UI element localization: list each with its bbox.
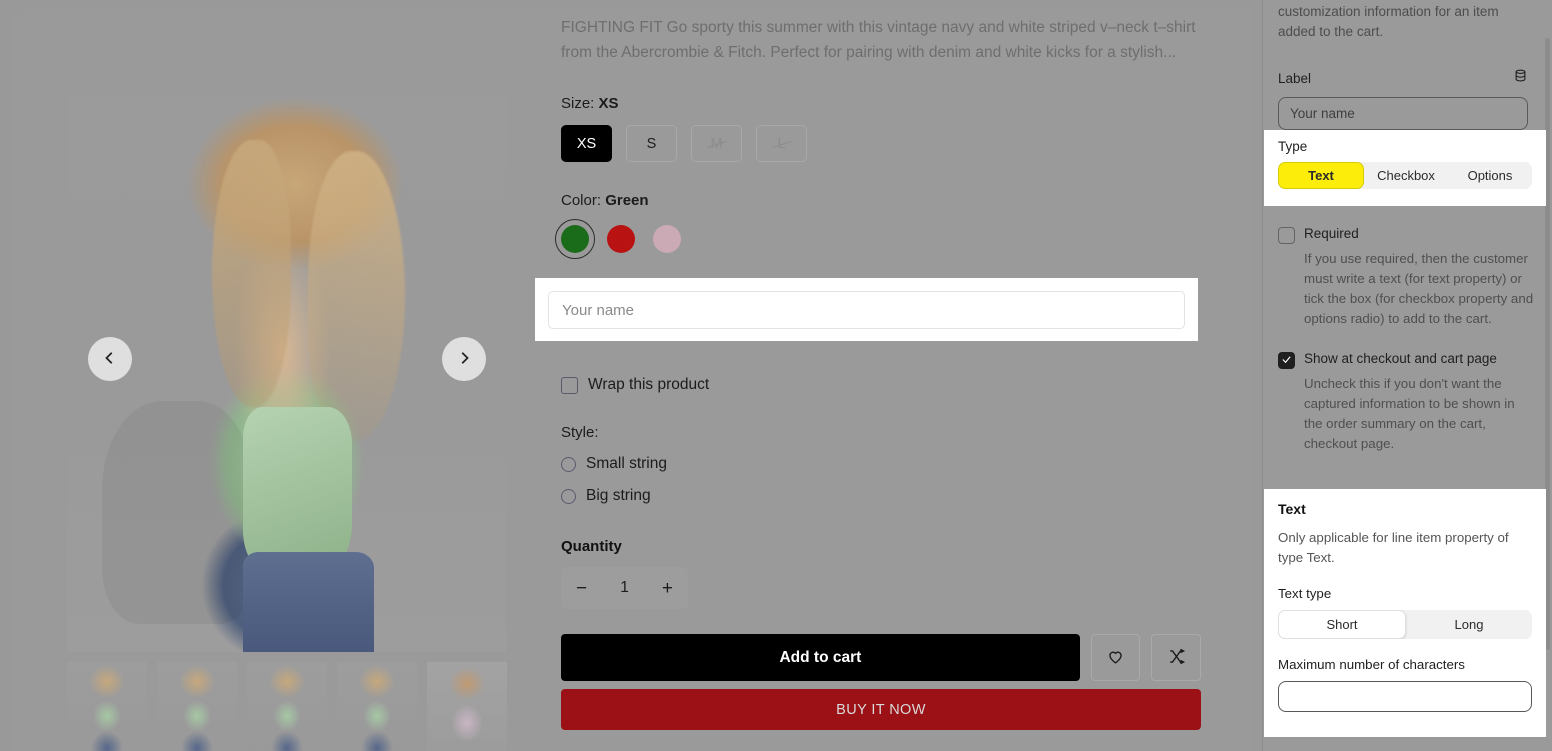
label-field-title: Label (1278, 70, 1312, 86)
size-option-xs[interactable]: XS (561, 125, 612, 162)
heart-icon (1106, 647, 1125, 669)
show-at-checkout-setting-block: Show at checkout and cart page Uncheck t… (1262, 351, 1544, 454)
size-option-m[interactable]: M (691, 125, 742, 162)
size-selected-value: XS (598, 95, 619, 112)
gallery-thumbnail[interactable] (157, 662, 237, 751)
image-detail-jeans (242, 551, 375, 652)
product-gallery[interactable] (67, 95, 506, 652)
image-detail-hair-left (211, 139, 291, 407)
quantity-decrement-button[interactable]: − (576, 579, 587, 598)
color-label-text: Color: (561, 192, 602, 209)
wrap-product-checkbox-row[interactable]: Wrap this product (561, 376, 1201, 394)
required-setting-block: Required If you use required, then the c… (1262, 226, 1544, 329)
product-description: FIGHTING FIT Go sporty this summer with … (561, 19, 1196, 61)
line-item-property-input[interactable]: Your name (548, 291, 1185, 329)
text-settings-description: Only applicable for line item property o… (1278, 530, 1509, 565)
show-at-checkout-description: Uncheck this if you don't want the captu… (1304, 376, 1515, 451)
size-label-text: Size: (561, 95, 595, 112)
required-label: Required (1304, 226, 1359, 241)
panel-intro-text: customization information for an item ad… (1278, 4, 1499, 39)
red-swatch[interactable] (607, 225, 635, 253)
type-setting-title: Type (1278, 139, 1308, 154)
text-type-label: Text type (1278, 586, 1332, 601)
text-settings-title: Text (1278, 501, 1306, 517)
color-option-label: Color: Green (561, 192, 1201, 209)
gallery-thumbnail[interactable] (427, 662, 507, 751)
style-option-label: Big string (586, 487, 651, 504)
gallery-thumbnail[interactable] (67, 662, 147, 751)
green-swatch[interactable] (555, 219, 595, 259)
product-main-image (67, 95, 506, 652)
gallery-thumbnail[interactable] (247, 662, 327, 751)
thumbnail-image (247, 662, 327, 751)
label-field-input[interactable]: Your name (1278, 97, 1528, 130)
text-settings-highlight: Text Only applicable for line item prope… (1264, 489, 1546, 737)
max-characters-input[interactable] (1278, 681, 1532, 712)
wrap-product-checkbox[interactable] (561, 376, 578, 394)
cart-action-row: Add to cart (561, 634, 1201, 681)
style-option-label: Small string (586, 455, 667, 472)
label-field-header: Label (1262, 68, 1544, 88)
style-group-label: Style: (561, 424, 599, 441)
wishlist-button[interactable] (1090, 634, 1141, 681)
gallery-next-button[interactable] (442, 337, 486, 381)
style-option-small-string[interactable]: Small string (561, 455, 1201, 473)
color-selected-value: Green (605, 192, 649, 209)
type-setting-highlight: Type Text Checkbox Options (1264, 130, 1546, 206)
chevron-right-icon (457, 351, 471, 368)
quantity-value: 1 (620, 579, 629, 596)
thumbnail-image (67, 662, 147, 751)
database-icon[interactable] (1513, 68, 1528, 88)
property-settings-panel: customization information for an item ad… (1262, 0, 1552, 751)
size-option-label: Size: XS (561, 95, 1201, 112)
image-shadow (102, 401, 252, 625)
type-option-text[interactable]: Text (1278, 162, 1364, 189)
type-option-options[interactable]: Options (1448, 162, 1532, 189)
chevron-left-icon (103, 351, 117, 368)
thumbnail-image (337, 662, 417, 751)
type-option-checkbox[interactable]: Checkbox (1364, 162, 1448, 189)
radio-small-string[interactable] (561, 456, 576, 472)
quantity-increment-button[interactable]: + (662, 579, 673, 598)
quantity-label: Quantity (561, 538, 622, 555)
required-description: If you use required, then the customer m… (1304, 251, 1534, 326)
required-checkbox-row[interactable]: Required (1278, 226, 1528, 244)
gallery-prev-button[interactable] (88, 337, 132, 381)
storefront-preview: FIGHTING FIT Go sporty this summer with … (14, 9, 1251, 751)
product-info-column: FIGHTING FIT Go sporty this summer with … (555, 9, 1201, 730)
compare-button[interactable] (1151, 634, 1201, 681)
color-swatch-list[interactable] (555, 219, 1201, 259)
size-option-l[interactable]: L (756, 125, 807, 162)
type-segmented-control[interactable]: Text Checkbox Options (1278, 162, 1532, 189)
panel-content: customization information for an item ad… (1262, 0, 1544, 454)
show-at-checkout-checkbox[interactable] (1278, 352, 1295, 369)
text-type-segmented-control[interactable]: Short Long (1278, 610, 1532, 639)
show-at-checkout-label: Show at checkout and cart page (1304, 351, 1497, 366)
shuffle-compare-icon (1167, 647, 1186, 669)
app-root: FIGHTING FIT Go sporty this summer with … (0, 0, 1552, 751)
buy-it-now-button[interactable]: BUY IT NOW (561, 689, 1201, 730)
show-at-checkout-checkbox-row[interactable]: Show at checkout and cart page (1278, 351, 1528, 369)
quantity-stepper[interactable]: − 1 + (561, 567, 688, 609)
line-item-property-highlight: Your name (535, 278, 1198, 341)
thumbnail-image (427, 662, 507, 751)
radio-big-string[interactable] (561, 488, 576, 504)
text-type-option-short[interactable]: Short (1278, 610, 1406, 639)
gallery-thumbnail[interactable] (337, 662, 417, 751)
check-icon (1281, 352, 1292, 370)
thumbnail-image (157, 662, 237, 751)
wrap-product-label: Wrap this product (588, 376, 710, 393)
pink-swatch[interactable] (653, 225, 681, 253)
text-type-option-long[interactable]: Long (1406, 610, 1532, 639)
style-option-big-string[interactable]: Big string (561, 487, 1201, 505)
add-to-cart-button[interactable]: Add to cart (561, 634, 1080, 681)
image-detail-green-top (242, 406, 353, 574)
size-option-s[interactable]: S (626, 125, 677, 162)
size-option-list[interactable]: XS S M L (561, 125, 1201, 162)
required-checkbox[interactable] (1278, 227, 1295, 244)
image-detail-hair-right (308, 150, 406, 441)
max-characters-label: Maximum number of characters (1278, 657, 1465, 672)
storefront-scrollbar-track[interactable] (1241, 0, 1251, 751)
